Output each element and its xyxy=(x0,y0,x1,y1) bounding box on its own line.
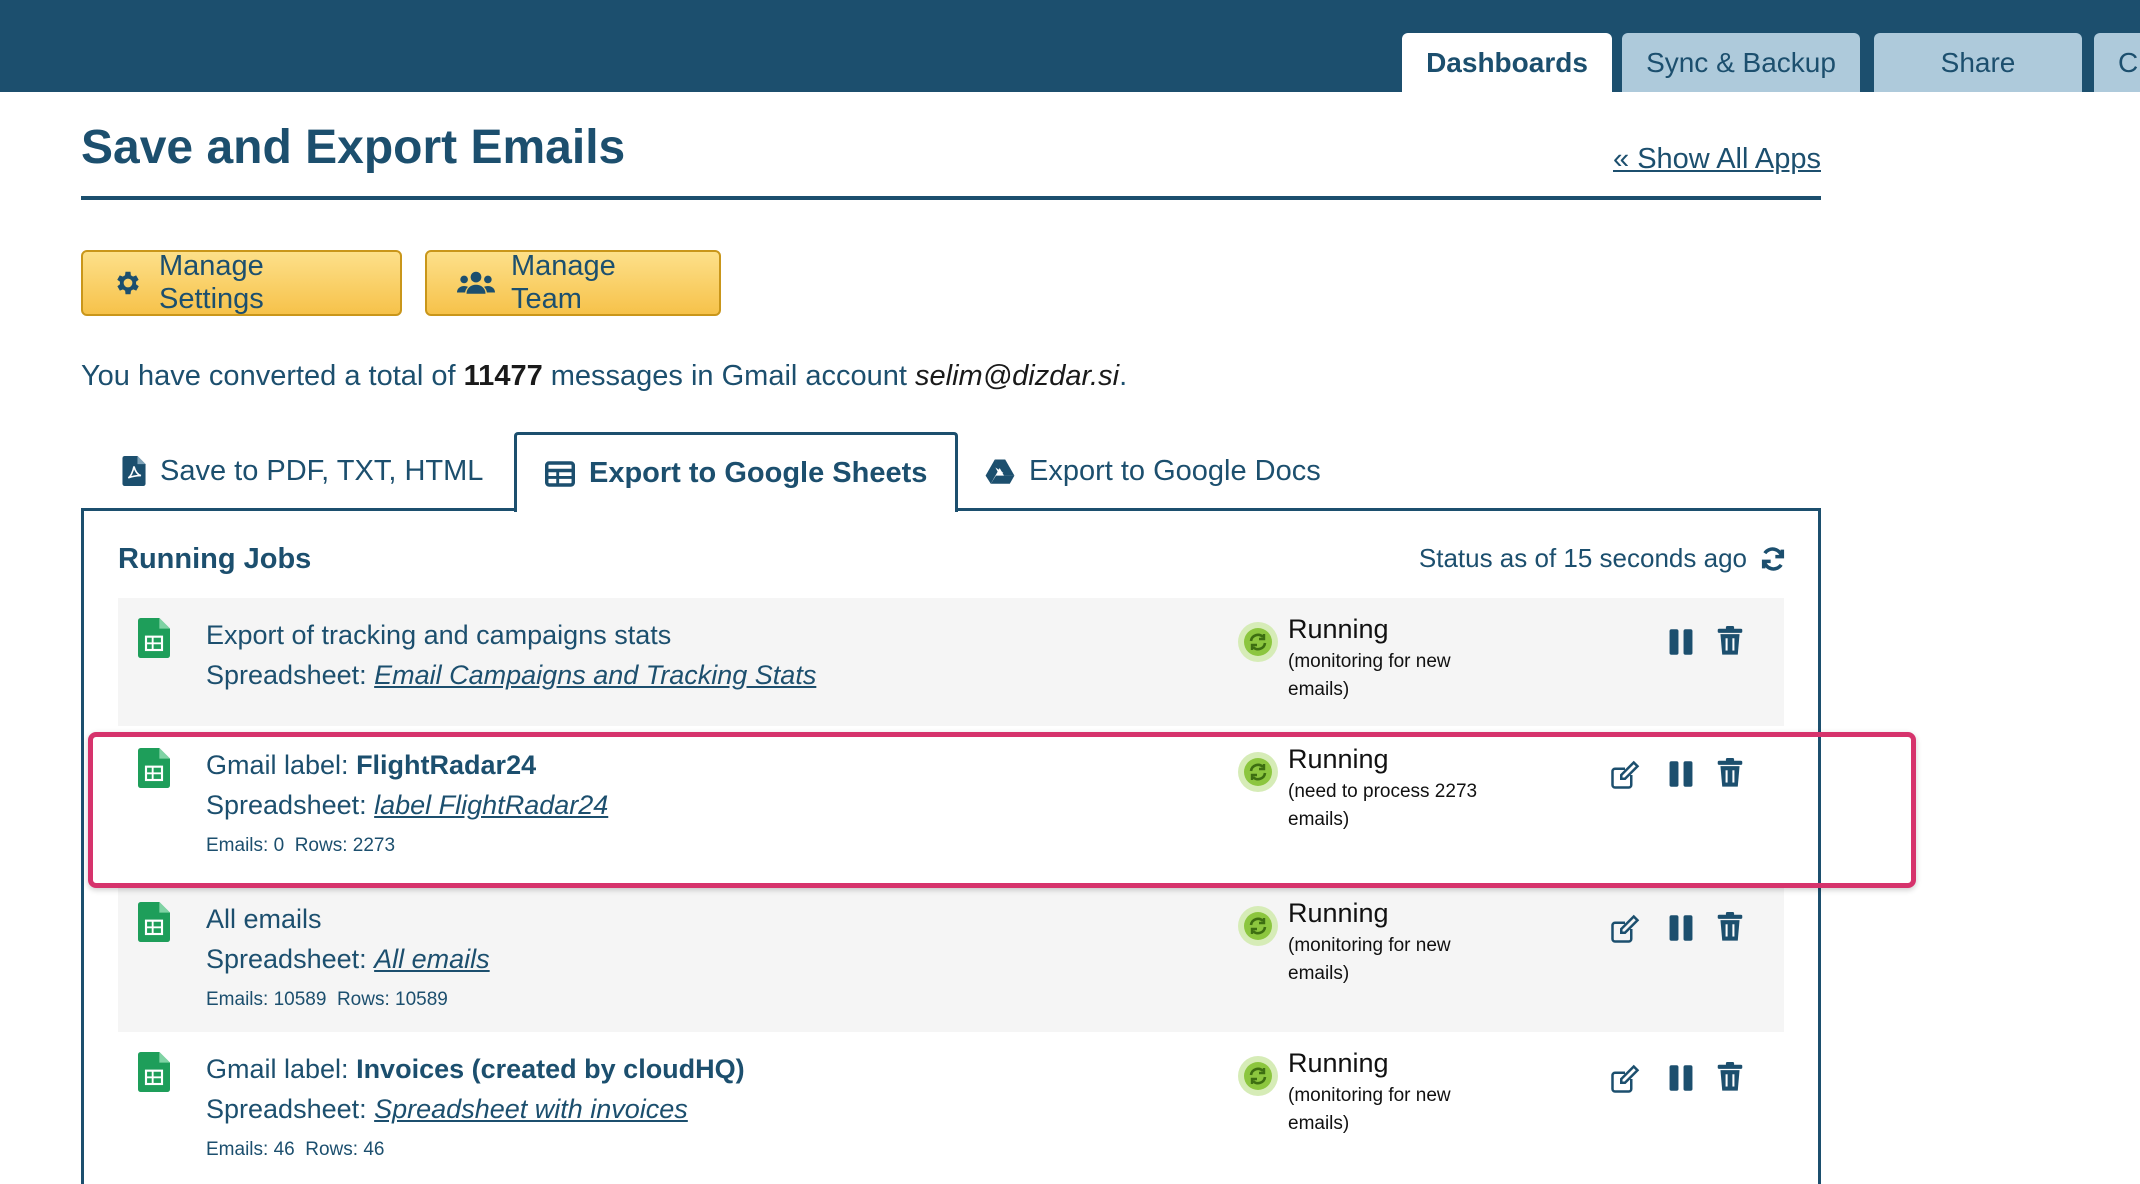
status-text: Status as of 15 seconds ago xyxy=(1418,543,1747,573)
tab-dashboards[interactable]: Dashboards xyxy=(1402,33,1612,92)
summary-middle: messages in Gmail account xyxy=(542,360,916,392)
job-state-detail: (monitoring for new emails) xyxy=(1288,1085,1451,1134)
job-state-detail: (monitoring for new emails) xyxy=(1288,651,1451,700)
google-sheets-icon xyxy=(138,618,170,658)
summary-suffix: . xyxy=(1119,360,1128,392)
running-jobs-title: Running Jobs xyxy=(118,543,312,575)
edit-icon[interactable] xyxy=(1610,1064,1640,1094)
job-state: Running xyxy=(1288,614,1389,644)
tab-label: Sync & Backup xyxy=(1646,46,1836,78)
tab-label: Cl xyxy=(2118,46,2140,78)
spreadsheet-link[interactable]: Email Campaigns and Tracking Stats xyxy=(374,660,816,690)
job-row: All emails Spreadsheet: All emails Email… xyxy=(118,888,1784,1032)
drive-icon xyxy=(985,459,1015,484)
job-counts: Emails: 46 Rows: 46 xyxy=(206,1139,385,1160)
status-indicator: Status as of 15 seconds ago xyxy=(1419,543,1787,574)
job-state: Running xyxy=(1288,1048,1389,1078)
job-row: Gmail label: Invoices (created by cloudH… xyxy=(118,1032,1784,1184)
manage-team-button[interactable]: Manage Team xyxy=(425,250,721,316)
title-divider xyxy=(81,196,1821,200)
job-title-prefix: Gmail label: xyxy=(206,1054,357,1084)
trash-icon[interactable] xyxy=(1716,626,1744,656)
pause-icon[interactable] xyxy=(1668,1064,1694,1092)
manage-settings-label: Manage Settings xyxy=(159,250,264,315)
job-row: Export of tracking and campaigns stats S… xyxy=(118,598,1784,726)
pause-icon[interactable] xyxy=(1668,628,1694,656)
tab-label: Dashboards xyxy=(1426,46,1588,78)
job-state-detail: (monitoring for new emails) xyxy=(1288,935,1451,984)
running-status-icon xyxy=(1238,1056,1278,1096)
job-spreadsheet: Spreadsheet: Email Campaigns and Trackin… xyxy=(206,660,816,691)
job-spreadsheet: Spreadsheet: All emails xyxy=(206,944,490,975)
highlight-annotation xyxy=(88,732,1916,888)
tab-save-pdf[interactable]: Save to PDF, TXT, HTML xyxy=(122,432,483,510)
pdf-file-icon xyxy=(122,456,146,486)
page-title: Save and Export Emails xyxy=(81,121,626,174)
job-title-prefix: All emails xyxy=(206,904,322,934)
conversion-summary: You have converted a total of 11477 mess… xyxy=(81,360,1127,393)
show-all-apps-link[interactable]: « Show All Apps xyxy=(1613,143,1821,176)
job-counts: Emails: 10589 Rows: 10589 xyxy=(206,989,448,1010)
tab-label: Save to PDF, TXT, HTML xyxy=(160,454,484,487)
manage-settings-button[interactable]: Manage Settings xyxy=(81,250,402,316)
tab-label: Export to Google Docs xyxy=(1029,454,1321,487)
tab-label: Export to Google Sheets xyxy=(589,457,928,489)
job-title-prefix: Export of tracking and campaigns stats xyxy=(206,620,672,650)
tab-sync-backup[interactable]: Sync & Backup xyxy=(1622,33,1860,92)
manage-team-label: Manage Team xyxy=(511,250,616,315)
top-nav-bar: Dashboards Sync & Backup Share Cl xyxy=(0,0,2140,92)
job-spreadsheet: Spreadsheet: Spreadsheet with invoices xyxy=(206,1094,688,1125)
refresh-icon[interactable] xyxy=(1759,545,1787,573)
trash-icon[interactable] xyxy=(1716,1062,1744,1092)
job-title-label: Invoices (created by cloudHQ) xyxy=(356,1054,745,1084)
tab-export-docs[interactable]: Export to Google Docs xyxy=(985,432,1321,510)
google-sheets-icon xyxy=(138,1052,170,1092)
job-title: All emails xyxy=(206,904,322,935)
job-title: Export of tracking and campaigns stats xyxy=(206,620,671,651)
users-icon xyxy=(457,271,495,294)
job-title: Gmail label: Invoices (created by cloudH… xyxy=(206,1054,745,1085)
tab-share[interactable]: Share xyxy=(1874,33,2082,92)
trash-icon[interactable] xyxy=(1716,912,1744,942)
tab-cl[interactable]: Cl xyxy=(2094,33,2140,92)
table-icon xyxy=(545,460,575,487)
tab-export-sheets[interactable]: Export to Google Sheets xyxy=(514,432,959,512)
gear-icon xyxy=(117,271,139,295)
google-sheets-icon xyxy=(138,902,170,942)
gmail-account: selim@dizdar.si xyxy=(915,360,1120,392)
pause-icon[interactable] xyxy=(1668,914,1694,942)
running-status-icon xyxy=(1238,622,1278,662)
spreadsheet-label: Spreadsheet: xyxy=(206,944,375,974)
spreadsheet-label: Spreadsheet: xyxy=(206,660,375,690)
spreadsheet-link[interactable]: All emails xyxy=(374,944,490,974)
tab-label: Share xyxy=(1940,46,2016,78)
job-state: Running xyxy=(1288,898,1389,928)
edit-icon[interactable] xyxy=(1610,914,1640,944)
running-status-icon xyxy=(1238,906,1278,946)
spreadsheet-link[interactable]: Spreadsheet with invoices xyxy=(374,1094,688,1124)
summary-prefix: You have converted a total of xyxy=(81,360,464,392)
spreadsheet-label: Spreadsheet: xyxy=(206,1094,375,1124)
converted-count: 11477 xyxy=(463,360,543,392)
